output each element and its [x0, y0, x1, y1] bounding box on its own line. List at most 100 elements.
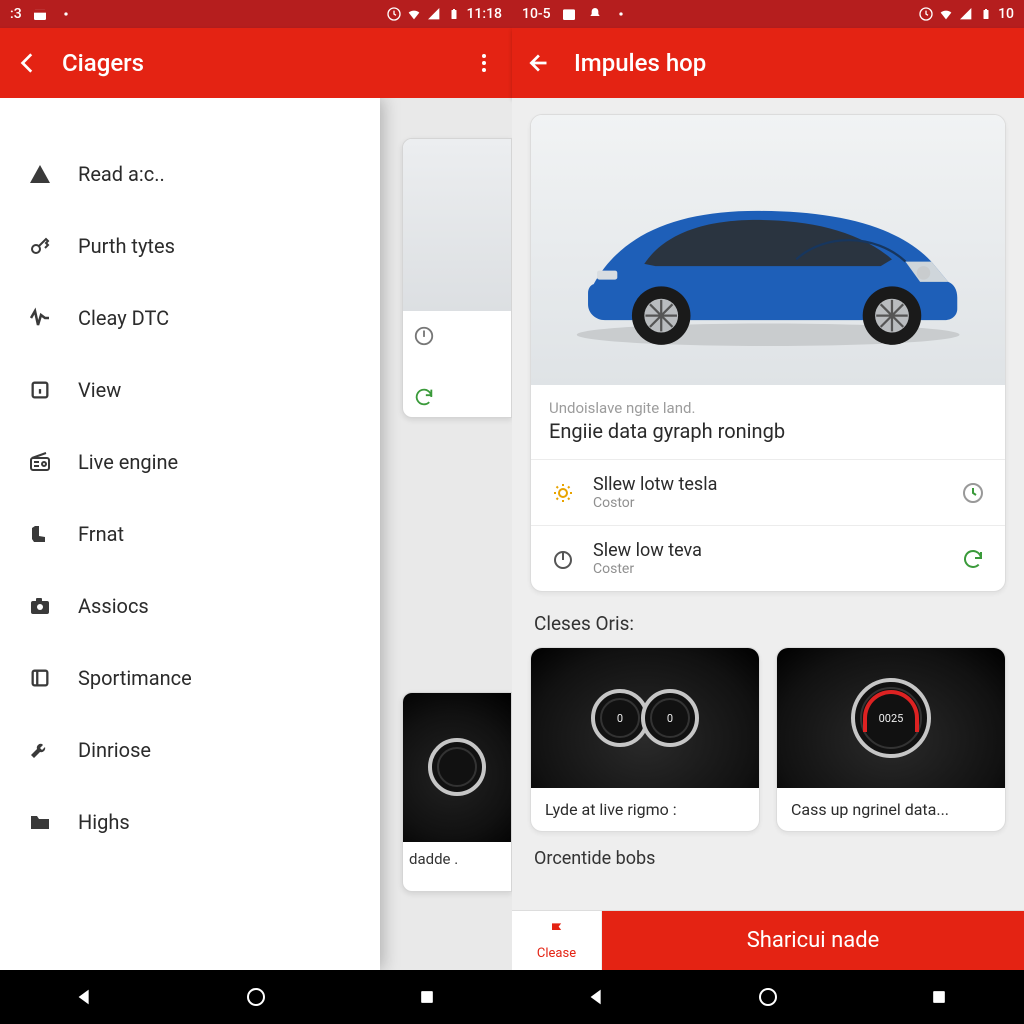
signal-icon: [958, 6, 974, 22]
bottom-tab-label: Clease: [537, 946, 576, 961]
nav-drawer: Read a:c.. Purth tytes Cleay DTC: [0, 98, 380, 970]
status-clock: 11:18: [466, 6, 502, 22]
drawer-item-frnat[interactable]: Frnat: [0, 498, 380, 570]
nav-recent-button[interactable]: [415, 985, 439, 1009]
peek-tile-label: dadde .: [403, 842, 511, 876]
gauge-icon: 0: [641, 689, 699, 747]
drawer-item-clear-dtc[interactable]: Cleay DTC: [0, 282, 380, 354]
status-time-prefix: 10-5: [522, 6, 551, 22]
info-icon: [26, 376, 54, 404]
nav-back-button[interactable]: [585, 985, 609, 1009]
radio-icon: [26, 448, 54, 476]
tile-data[interactable]: 0025 Cass up ngrinel data...: [776, 647, 1006, 832]
folder-icon: [26, 808, 54, 836]
status-bar: :3 11:18: [0, 0, 512, 28]
app-bar: Impules hop: [512, 28, 1024, 98]
data-icon: [386, 6, 402, 22]
calendar-icon: [561, 6, 577, 22]
car-image: [403, 139, 511, 311]
wrench-icon: [26, 736, 54, 764]
app-bar: Ciagers: [0, 28, 512, 98]
back-button[interactable]: [526, 49, 554, 77]
battery-icon: [446, 6, 462, 22]
drawer-item-label: Purth tytes: [78, 234, 175, 258]
section-heading-1: Cleses Oris:: [534, 612, 1002, 635]
power-icon: [413, 325, 501, 352]
sun-icon: [549, 479, 577, 507]
peek-hero-card[interactable]: [402, 138, 512, 418]
drawer-item-label: Live engine: [78, 450, 178, 474]
row-subtitle: Costor: [593, 495, 943, 511]
gauge-icon: 0025: [851, 678, 931, 758]
tile-live[interactable]: 0 0 Lyde at live rigmo :: [530, 647, 760, 832]
row-title: Slew low teva: [593, 540, 943, 561]
drawer-item-label: Sportimance: [78, 666, 192, 690]
drawer-item-sportimance[interactable]: Sportimance: [0, 642, 380, 714]
status-bar: 10-5 10: [512, 0, 1024, 28]
drawer-item-label: Dinriose: [78, 738, 151, 762]
phone-left: :3 11:18 Ciag: [0, 0, 512, 1024]
wifi-icon: [938, 6, 954, 22]
car-image: [531, 115, 1005, 385]
dot-icon: [613, 6, 629, 22]
back-button[interactable]: [14, 49, 42, 77]
clock-icon: [959, 479, 987, 507]
nav-home-button[interactable]: [756, 985, 780, 1009]
hero-title: Engiie data gyraph roningb: [549, 419, 987, 443]
drawer-item-label: Frnat: [78, 522, 124, 546]
drawer-item-view[interactable]: View: [0, 354, 380, 426]
android-nav-bar: [0, 970, 512, 1024]
signal-icon: [426, 6, 442, 22]
flag-icon: [547, 920, 567, 944]
seat-icon: [26, 520, 54, 548]
gauge-icon: [428, 738, 486, 796]
drawer-item-purth[interactable]: Purth tytes: [0, 210, 380, 282]
notification-icon: [587, 6, 603, 22]
row-subtitle: Coster: [593, 561, 943, 577]
nav-back-button[interactable]: [73, 985, 97, 1009]
row-title: Sllew lotw tesla: [593, 474, 943, 495]
pulse-icon: [26, 304, 54, 332]
drawer-item-label: Read a:c..: [78, 162, 165, 186]
drawer-item-label: Cleay DTC: [78, 306, 169, 330]
refresh-icon: [413, 386, 501, 413]
android-nav-bar: [512, 970, 1024, 1024]
car-illustration: [543, 149, 993, 352]
drawer-item-assiocs[interactable]: Assiocs: [0, 570, 380, 642]
drawer-item-label: Highs: [78, 810, 130, 834]
battery-icon: [978, 6, 994, 22]
drawer-item-label: Assiocs: [78, 594, 149, 618]
warning-icon: [26, 160, 54, 188]
drawer-item-read[interactable]: Read a:c..: [0, 138, 380, 210]
drawer-item-dinriose[interactable]: Dinriose: [0, 714, 380, 786]
phone-right: 10-5 10: [512, 0, 1024, 1024]
camera-icon: [26, 592, 54, 620]
nav-home-button[interactable]: [244, 985, 268, 1009]
refresh-icon: [959, 545, 987, 573]
drawer-item-live-engine[interactable]: Live engine: [0, 426, 380, 498]
peek-tile-card[interactable]: dadde .: [402, 692, 512, 892]
hero-subtitle: Undoislave ngite land.: [549, 399, 987, 417]
section-heading-2: Orcentide bobs: [534, 848, 1002, 869]
list-row-2[interactable]: Slew low teva Coster: [531, 525, 1005, 591]
status-clock: 10: [998, 6, 1014, 22]
gauges-image: 0 0: [531, 648, 759, 788]
key-icon: [26, 232, 54, 260]
list-row-1[interactable]: Sllew lotw tesla Costor: [531, 459, 1005, 525]
primary-cta-button[interactable]: Sharicui nade: [602, 911, 1024, 970]
status-time-prefix: :3: [10, 6, 22, 22]
data-icon: [918, 6, 934, 22]
main-content[interactable]: Undoislave ngite land. Engiie data gyrap…: [512, 98, 1024, 910]
more-button[interactable]: [470, 49, 498, 77]
app-title: Ciagers: [62, 49, 450, 77]
nav-recent-button[interactable]: [927, 985, 951, 1009]
wifi-icon: [406, 6, 422, 22]
drawer-item-highs[interactable]: Highs: [0, 786, 380, 858]
tile-label: Cass up ngrinel data...: [777, 788, 1005, 831]
hero-card[interactable]: Undoislave ngite land. Engiie data gyrap…: [530, 114, 1006, 592]
tile-label: Lyde at live rigmo :: [531, 788, 759, 831]
gauges-image: 0025: [777, 648, 1005, 788]
power-icon: [549, 545, 577, 573]
bottom-tab-clease[interactable]: Clease: [512, 911, 602, 970]
dot-icon: [58, 6, 74, 22]
